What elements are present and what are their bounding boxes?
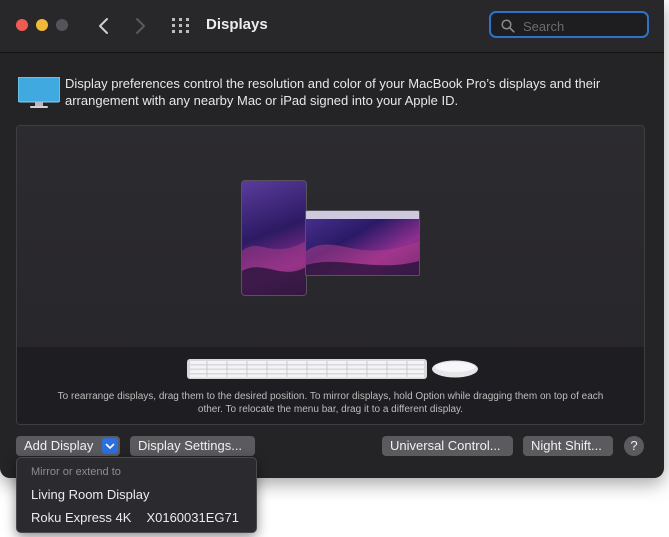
menu-item-roku-express[interactable]: Roku Express 4K X0160031EG71 (31, 510, 239, 525)
help-button[interactable]: ? (624, 436, 644, 456)
close-button[interactable] (16, 19, 28, 31)
back-arrow-icon (99, 18, 108, 34)
menu-header: Mirror or extend to (31, 466, 121, 478)
add-display-dropdown[interactable] (102, 438, 118, 454)
grid-icon (172, 18, 189, 33)
window-title: Displays (206, 16, 268, 33)
keyboard-icon (187, 359, 427, 379)
menu-bar-indicator[interactable] (306, 211, 419, 219)
search-field[interactable] (489, 11, 649, 38)
displays-icon (18, 77, 60, 108)
zoom-button[interactable] (56, 19, 68, 31)
show-all-button[interactable] (171, 16, 191, 36)
title-bar: Displays (0, 0, 664, 53)
menu-item-living-room-display[interactable]: Living Room Display (31, 487, 150, 502)
menu-item-label: Roku Express 4K (31, 510, 132, 525)
display-arrangement-area[interactable]: To rearrange displays, drag them to the … (16, 125, 645, 425)
menu-item-serial: X0160031EG71 (146, 510, 239, 525)
night-shift-button[interactable]: Night Shift... (523, 436, 613, 456)
menu-item-label: Living Room Display (31, 487, 150, 502)
back-button[interactable] (92, 12, 116, 40)
add-display-button[interactable]: Add Display (16, 436, 120, 456)
search-input[interactable] (521, 16, 645, 36)
forward-button[interactable] (128, 12, 152, 40)
wallpaper-image (306, 241, 419, 275)
forward-arrow-icon (136, 18, 145, 34)
display-thumbnail-secondary[interactable] (305, 210, 420, 276)
universal-control-button[interactable]: Universal Control... (382, 436, 513, 456)
search-icon (501, 19, 515, 33)
display-settings-button[interactable]: Display Settings... (130, 436, 255, 456)
chevron-down-icon (105, 443, 115, 449)
minimize-button[interactable] (36, 19, 48, 31)
system-preferences-window: Displays Display preferences control the… (0, 0, 664, 478)
intro-description: Display preferences control the resoluti… (65, 76, 601, 108)
mouse-icon (432, 360, 478, 378)
add-display-menu: Mirror or extend to Living Room Display … (16, 457, 257, 533)
wallpaper-image (242, 241, 306, 295)
arrangement-hint: To rearrange displays, drag them to the … (57, 391, 604, 415)
display-thumbnail-main[interactable] (241, 180, 307, 296)
add-display-label: Add Display (24, 438, 94, 453)
